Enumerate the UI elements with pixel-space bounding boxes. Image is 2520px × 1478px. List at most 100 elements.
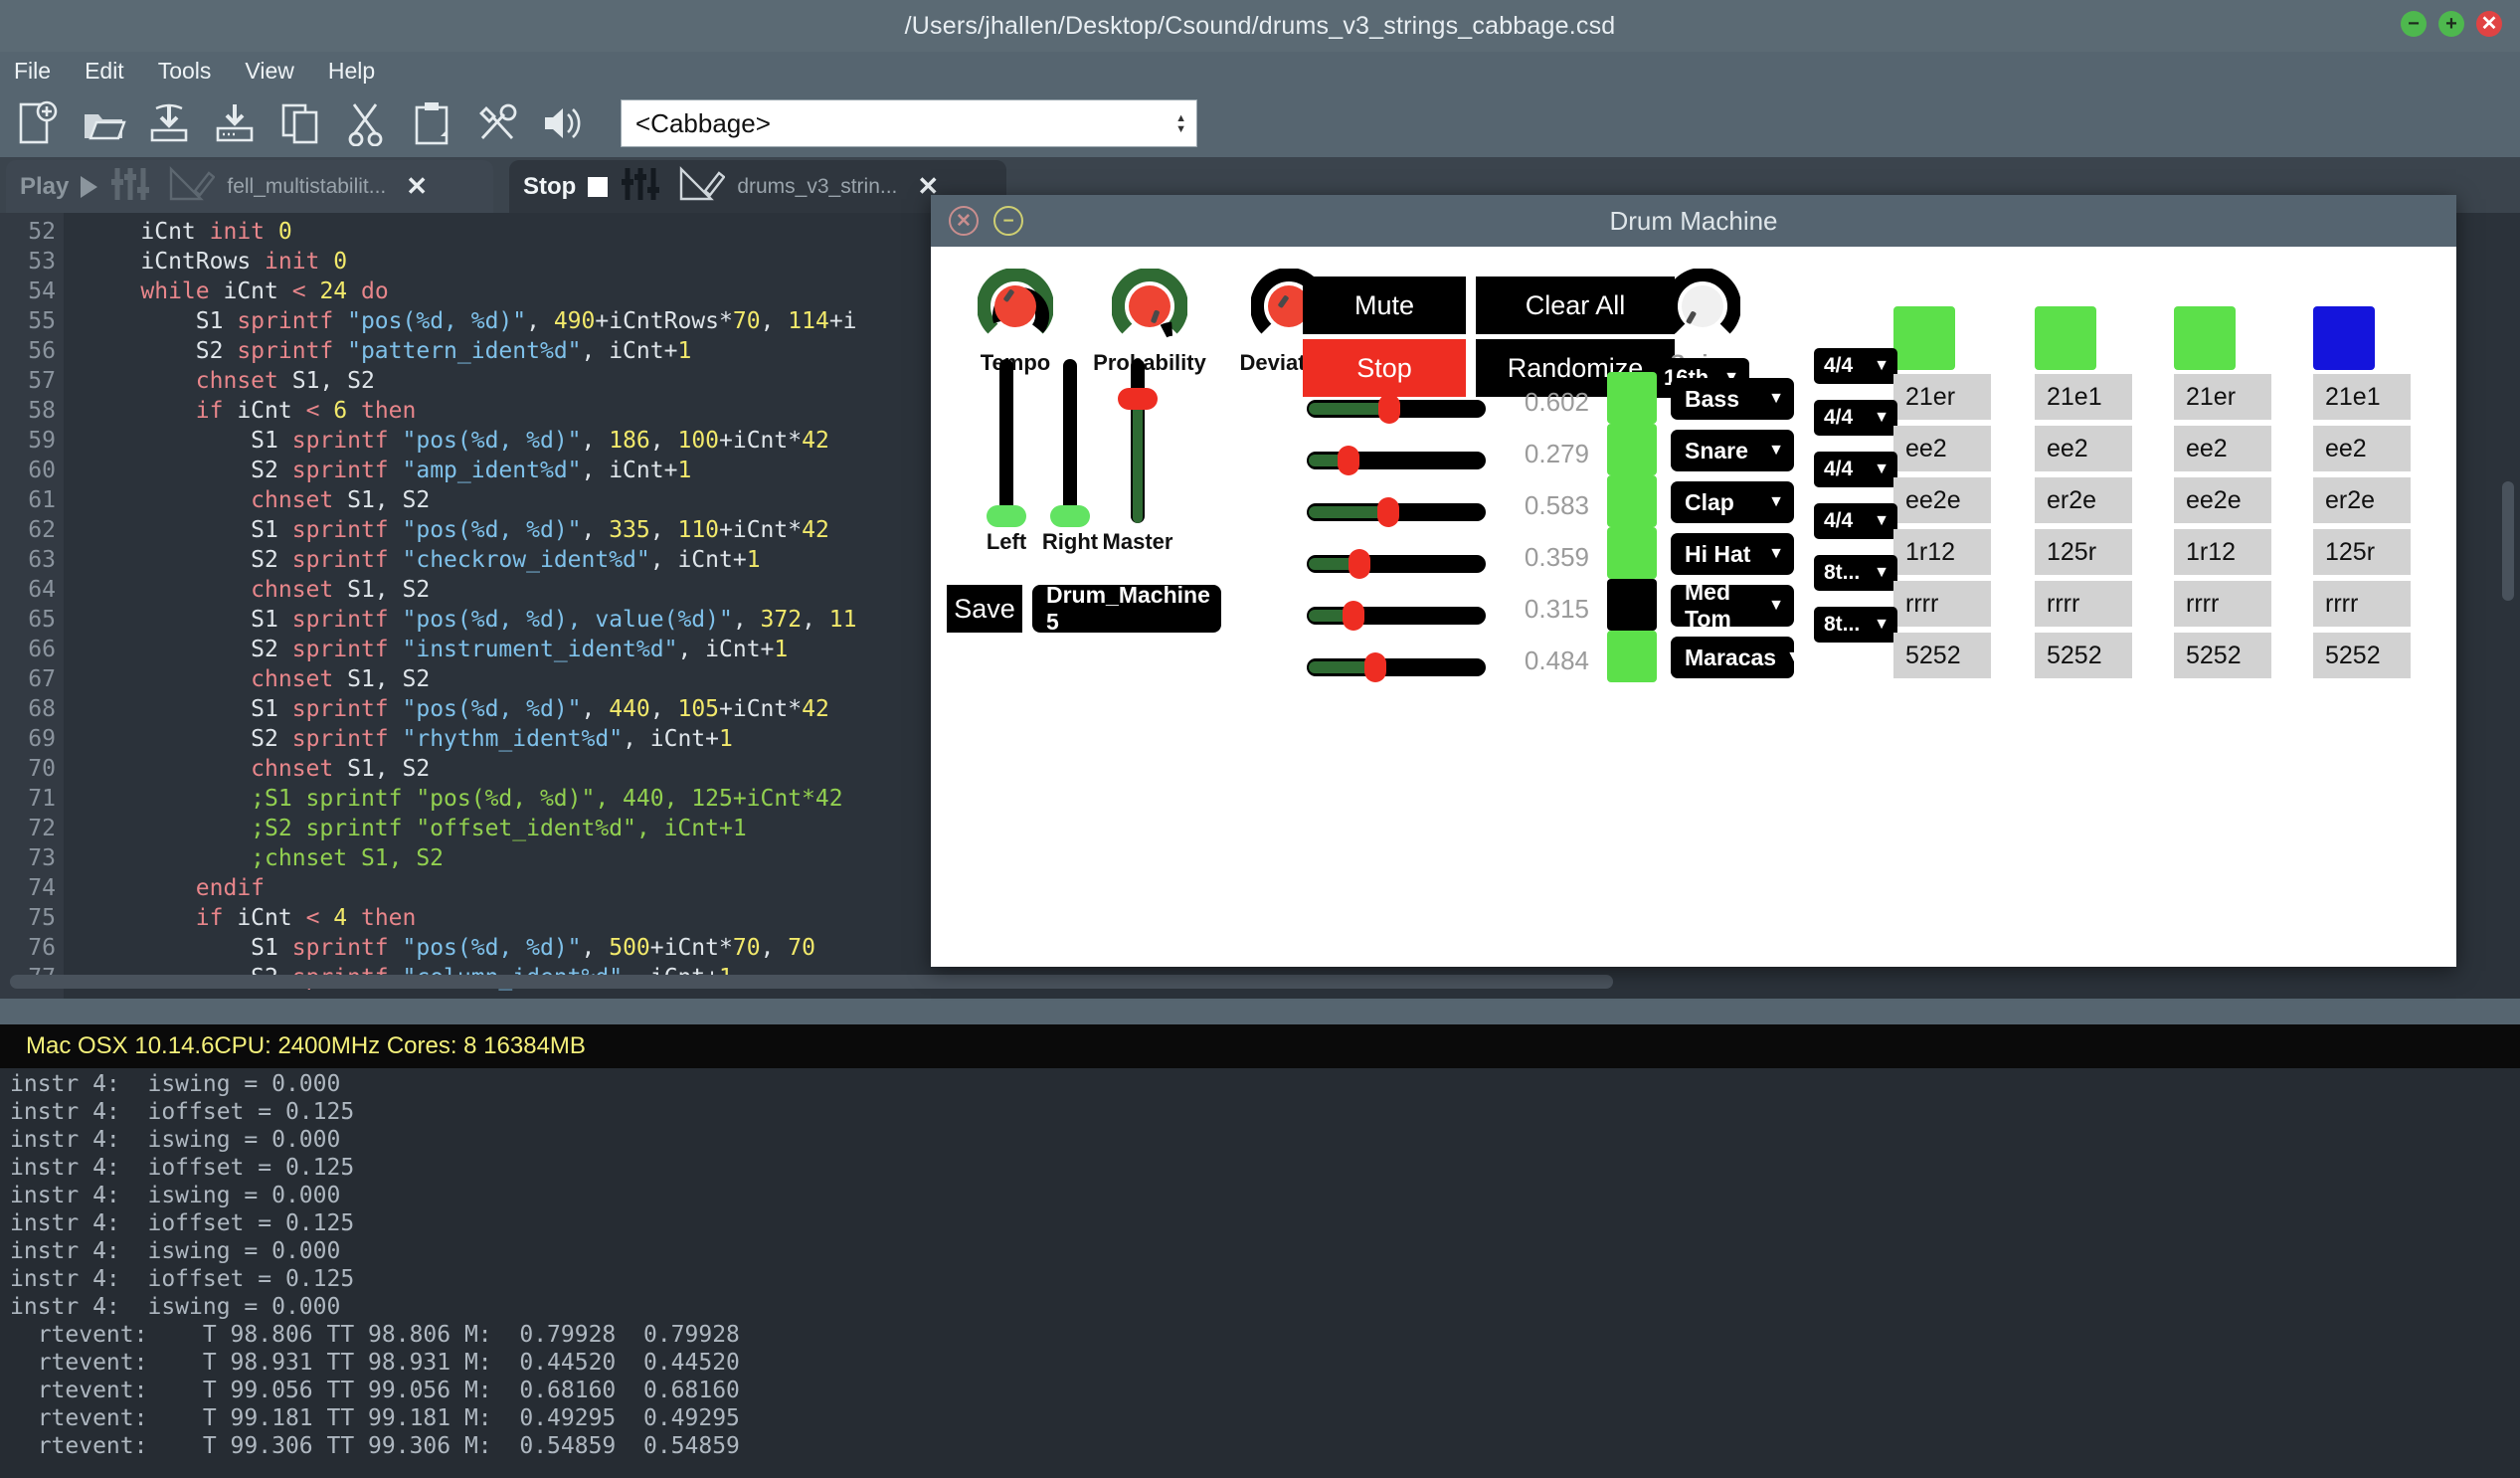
pattern-cell[interactable]: 21e1 (2035, 374, 2132, 420)
pattern-cell[interactable]: 5252 (1893, 633, 1991, 678)
menu-help[interactable]: Help (328, 58, 375, 85)
drum-machine-minimize-button[interactable]: − (993, 206, 1023, 236)
amplitude-slider[interactable] (1307, 549, 1486, 579)
amplitude-slider[interactable] (1307, 601, 1486, 631)
instrument-select[interactable]: Snare ▼ (1671, 430, 1794, 471)
swing-knob[interactable] (1665, 269, 1740, 344)
audio-icon[interactable] (535, 96, 591, 150)
slider-thumb[interactable] (1348, 549, 1370, 579)
pattern-cell[interactable]: ee2e (2174, 477, 2271, 523)
cut-icon[interactable] (338, 96, 394, 150)
edit-layout-icon[interactable] (677, 165, 727, 208)
pattern-cell[interactable]: 5252 (2313, 633, 2411, 678)
column-led-2[interactable] (2035, 306, 2096, 370)
instrument-select[interactable]: Bass ▼ (1671, 378, 1794, 420)
pattern-cell[interactable]: er2e (2035, 477, 2132, 523)
menu-view[interactable]: View (245, 58, 293, 85)
pattern-cell[interactable]: ee2 (2035, 426, 2132, 471)
save-button[interactable]: Save (947, 585, 1022, 633)
tempo-knob[interactable] (978, 269, 1053, 344)
row-enable-led[interactable] (1607, 579, 1657, 631)
pattern-cell[interactable]: 21er (1893, 374, 1991, 420)
time-signature-select[interactable]: 4/4 ▼ (1814, 400, 1897, 436)
master-volume-slider[interactable] (1078, 359, 1197, 523)
menu-edit[interactable]: Edit (85, 58, 124, 85)
time-signature-select[interactable]: 8t... ▼ (1814, 555, 1897, 591)
row-enable-led[interactable] (1607, 631, 1657, 682)
slider-thumb[interactable] (1364, 652, 1386, 682)
sliders-icon[interactable] (109, 166, 155, 207)
instrument-select[interactable]: Clap ▼ (1671, 481, 1794, 523)
slider-thumb[interactable] (1376, 497, 1399, 527)
pattern-cell[interactable]: 5252 (2035, 633, 2132, 678)
stop-button[interactable]: Stop (1303, 339, 1466, 397)
row-enable-led[interactable] (1607, 527, 1657, 579)
instrument-select[interactable]: Hi Hat ▼ (1671, 533, 1794, 575)
pattern-cell[interactable]: rrrr (2174, 581, 2271, 627)
column-led-1[interactable] (1893, 306, 1955, 370)
pattern-cell[interactable]: 21er (2174, 374, 2271, 420)
edit-layout-icon[interactable] (167, 165, 217, 208)
instrument-select[interactable]: Med Tom ▼ (1671, 579, 1794, 632)
menu-tools[interactable]: Tools (158, 58, 212, 85)
code-content[interactable]: 52 iCnt init 0 53 iCntRows init 0 54 while… (0, 217, 857, 993)
tab-close-button[interactable]: ✕ (406, 171, 428, 202)
pattern-cell[interactable]: 125r (2035, 529, 2132, 575)
pattern-cell[interactable]: ee2 (2313, 426, 2411, 471)
time-signature-select[interactable]: 8t... ▼ (1814, 607, 1897, 643)
pattern-cell[interactable]: rrrr (1893, 581, 1991, 627)
slider-thumb[interactable] (1338, 446, 1359, 475)
paste-icon[interactable] (404, 96, 459, 150)
editor-horizontal-scrollbar[interactable] (10, 975, 1613, 989)
drum-machine-close-button[interactable]: ✕ (949, 206, 979, 236)
instrument-select[interactable]: Maracas ▼ (1671, 637, 1802, 678)
pattern-cell[interactable]: 5252 (2174, 633, 2271, 678)
window-minimize-button[interactable]: − (2401, 11, 2427, 37)
slider-thumb[interactable] (1378, 394, 1401, 424)
new-file-icon[interactable] (10, 96, 66, 150)
preset-select[interactable]: Drum_Machine 5 ▼ (1032, 582, 1236, 635)
save-icon[interactable] (141, 96, 197, 150)
slider-thumb[interactable] (1343, 601, 1365, 631)
row-enable-led[interactable] (1607, 424, 1657, 475)
editor-vertical-scrollbar[interactable] (2502, 481, 2514, 601)
menu-file[interactable]: File (14, 58, 51, 85)
pattern-cell[interactable]: 21e1 (2313, 374, 2411, 420)
sliders-icon[interactable] (620, 166, 665, 207)
window-maximize-button[interactable]: + (2438, 11, 2464, 37)
pattern-cell[interactable]: er2e (2313, 477, 2411, 523)
mute-button[interactable]: Mute (1303, 277, 1466, 334)
amplitude-slider[interactable] (1307, 446, 1486, 475)
amplitude-slider[interactable] (1307, 497, 1486, 527)
column-led-4[interactable] (2313, 306, 2375, 370)
pattern-cell[interactable]: 125r (2313, 529, 2411, 575)
play-icon[interactable] (81, 175, 98, 198)
console-output[interactable]: instr 4: iswing = 0.000 instr 4: ioffset … (0, 1068, 2520, 1478)
time-signature-select[interactable]: 4/4 ▼ (1814, 348, 1897, 384)
column-led-3[interactable] (2174, 306, 2236, 370)
open-folder-icon[interactable] (76, 96, 131, 150)
row-enable-led[interactable] (1607, 372, 1657, 424)
code-line: 56 S2 sprintf "pattern_ident%d", iCnt+1 (0, 336, 857, 366)
stop-icon[interactable] (588, 176, 609, 197)
plugin-type-combo[interactable]: <Cabbage> ▲ ▼ (621, 99, 1197, 147)
pattern-cell[interactable]: 1r12 (1893, 529, 1991, 575)
window-close-button[interactable]: ✕ (2476, 11, 2502, 37)
row-enable-led[interactable] (1607, 475, 1657, 527)
pattern-cell[interactable]: ee2 (1893, 426, 1991, 471)
amplitude-slider[interactable] (1307, 652, 1486, 682)
copy-icon[interactable] (272, 96, 328, 150)
pattern-cell[interactable]: ee2e (1893, 477, 1991, 523)
tools-icon[interactable] (469, 96, 525, 150)
time-signature-select[interactable]: 4/4 ▼ (1814, 503, 1897, 539)
line-text: ;S2 sprintf "offset_ident%d", iCnt+1 (86, 816, 747, 841)
save-as-icon[interactable] (207, 96, 263, 150)
pattern-cell[interactable]: ee2 (2174, 426, 2271, 471)
pattern-cell[interactable]: 1r12 (2174, 529, 2271, 575)
tab-fell-multistability[interactable]: Play fell_multistabilit... ✕ (6, 160, 493, 213)
time-signature-select[interactable]: 4/4 ▼ (1814, 452, 1897, 487)
amplitude-slider[interactable] (1307, 394, 1486, 424)
pattern-cell[interactable]: rrrr (2035, 581, 2132, 627)
probability-knob[interactable] (1112, 269, 1187, 344)
pattern-cell[interactable]: rrrr (2313, 581, 2411, 627)
